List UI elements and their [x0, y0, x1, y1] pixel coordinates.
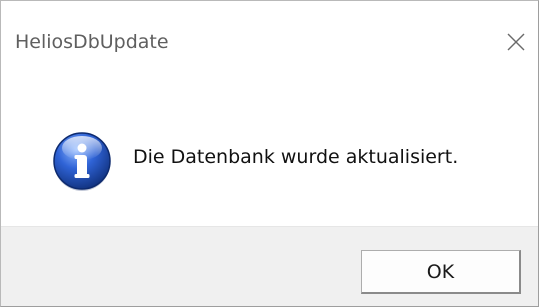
- window-title: HeliosDbUpdate: [15, 31, 169, 53]
- message-dialog: HeliosDbUpdate Die Datenbank wurde aktua…: [0, 0, 539, 307]
- close-icon: [507, 33, 525, 51]
- dialog-content: Die Datenbank wurde aktualisiert.: [1, 73, 538, 226]
- close-button[interactable]: [501, 27, 531, 57]
- ok-button[interactable]: OK: [361, 250, 521, 294]
- info-icon: [53, 132, 111, 191]
- dialog-footer: OK: [1, 226, 538, 306]
- title-bar[interactable]: HeliosDbUpdate: [1, 1, 538, 73]
- dialog-message: Die Datenbank wurde aktualisiert.: [133, 146, 459, 168]
